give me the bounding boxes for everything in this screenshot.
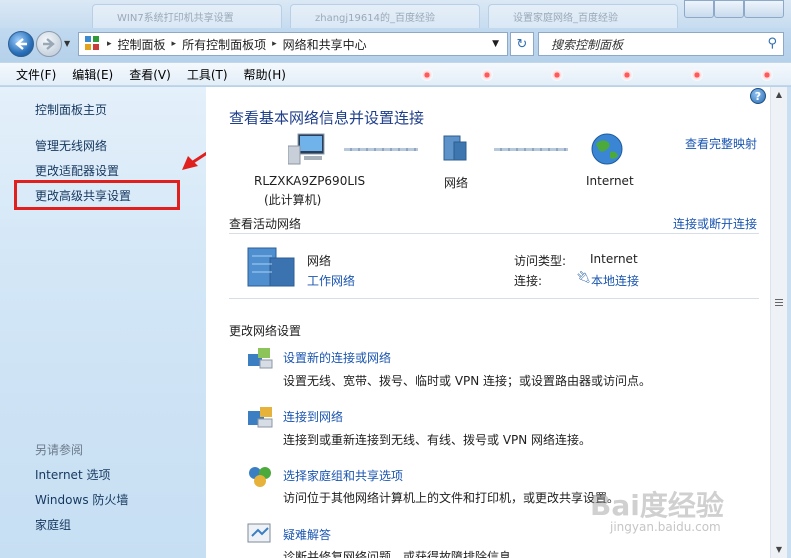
change-settings-heading: 更改网络设置 bbox=[229, 324, 302, 338]
section-divider bbox=[229, 298, 759, 299]
refresh-button[interactable]: ↻ bbox=[510, 32, 534, 56]
breadcrumb-separator: ▸ bbox=[107, 39, 112, 49]
homegroup-icon bbox=[249, 467, 271, 487]
address-row: ▼ ▸ 控制面板 ▸ 所有控制面板项 ▸ 网络和共享中心 ▼ ↻ 搜索控制面板 … bbox=[0, 28, 791, 60]
browser-tab-strip: WIN7系统打印机共享设置 zhangj19614的_百度经验 设置家庭网络_百… bbox=[0, 0, 791, 28]
see-also-internet-options[interactable]: Internet 选项 bbox=[35, 466, 110, 483]
task-troubleshoot-link[interactable]: 疑难解答 bbox=[283, 526, 331, 543]
link-line-network-internet bbox=[494, 148, 568, 151]
network-icon bbox=[443, 135, 467, 161]
local-connection-link[interactable]: 本地连接 bbox=[591, 272, 639, 289]
sidebar-control-panel-home[interactable]: 控制面板主页 bbox=[35, 101, 107, 118]
control-panel-icon bbox=[85, 36, 101, 52]
refresh-icon: ↻ bbox=[516, 36, 528, 52]
forward-arrow-icon bbox=[43, 38, 55, 50]
new-connection-icon bbox=[248, 348, 273, 369]
help-icon[interactable]: ? bbox=[750, 88, 766, 104]
task-troubleshoot-desc: 诊断并修复网络问题，或获得故障排除信息。 bbox=[283, 550, 524, 558]
access-type-label: 访问类型: bbox=[514, 254, 567, 268]
active-network-name: 网络 bbox=[307, 254, 332, 268]
menu-view[interactable]: 查看(V) bbox=[121, 66, 179, 83]
tab-2-label: zhangj19614的_百度经验 bbox=[315, 13, 435, 24]
background-tab-3[interactable]: 设置家庭网络_百度经验 bbox=[488, 4, 678, 28]
menu-tools[interactable]: 工具(T) bbox=[179, 66, 236, 83]
computer-name: RLZXKA9ZP690LIS bbox=[254, 174, 366, 188]
vertical-scrollbar[interactable]: ▲ ▼ bbox=[770, 87, 787, 558]
address-history-dropdown[interactable]: ▼ bbox=[492, 39, 499, 49]
task-connect-network-link[interactable]: 连接到网络 bbox=[283, 408, 343, 425]
breadcrumb-all-items[interactable]: 所有控制面板项 bbox=[182, 36, 266, 53]
section-divider bbox=[229, 233, 759, 234]
sidebar-manage-wireless[interactable]: 管理无线网络 bbox=[35, 137, 107, 154]
window-frame-edge bbox=[787, 87, 791, 558]
search-icon[interactable]: ⚲ bbox=[767, 36, 777, 51]
network-type-link[interactable]: 工作网络 bbox=[307, 272, 355, 289]
menu-bar: 文件(F) 编辑(E) 查看(V) 工具(T) 帮助(H) bbox=[0, 62, 791, 86]
watermark-url: jingyan.baidu.com bbox=[610, 520, 721, 534]
internet-node-label: Internet bbox=[586, 174, 634, 188]
menu-help[interactable]: 帮助(H) bbox=[236, 66, 294, 83]
connect-network-icon bbox=[248, 407, 273, 428]
see-also-heading: 另请参阅 bbox=[35, 443, 84, 457]
tab-3-label: 设置家庭网络_百度经验 bbox=[513, 13, 618, 24]
close-window-button[interactable] bbox=[744, 0, 784, 18]
theme-decoration bbox=[411, 63, 791, 87]
local-connection-icon: 🔌︎ bbox=[576, 270, 592, 284]
watermark-logo: Bai度经验 bbox=[590, 489, 724, 522]
connect-disconnect-link[interactable]: 连接或断开连接 bbox=[673, 215, 757, 232]
scroll-down-icon[interactable]: ▼ bbox=[771, 542, 787, 558]
connection-label: 连接: bbox=[514, 274, 543, 288]
computer-icon bbox=[288, 133, 325, 165]
breadcrumb-separator: ▸ bbox=[272, 39, 277, 49]
task-new-connection-link[interactable]: 设置新的连接或网络 bbox=[283, 349, 391, 366]
back-arrow-icon bbox=[15, 38, 27, 50]
access-type-value: Internet bbox=[590, 252, 638, 266]
search-input[interactable]: 搜索控制面板 ⚲ bbox=[538, 32, 784, 56]
scroll-up-icon[interactable]: ▲ bbox=[771, 87, 787, 103]
breadcrumb-separator: ▸ bbox=[171, 39, 177, 49]
task-homegroup-desc: 访问位于其他网络计算机上的文件和打印机，或更改共享设置。 bbox=[283, 491, 620, 505]
see-also-windows-firewall[interactable]: Windows 防火墙 bbox=[35, 491, 128, 508]
task-connect-network-desc: 连接到或重新连接到无线、有线、拨号或 VPN 网络连接。 bbox=[283, 433, 592, 447]
back-button[interactable] bbox=[8, 31, 34, 57]
address-bar[interactable]: ▸ 控制面板 ▸ 所有控制面板项 ▸ 网络和共享中心 ▼ bbox=[78, 32, 508, 56]
recent-pages-dropdown[interactable]: ▼ bbox=[64, 39, 70, 48]
sidebar-change-adapter[interactable]: 更改适配器设置 bbox=[35, 162, 119, 179]
menu-edit[interactable]: 编辑(E) bbox=[64, 66, 121, 83]
minimize-button[interactable] bbox=[684, 0, 714, 18]
search-placeholder: 搜索控制面板 bbox=[551, 37, 624, 52]
computer-subtitle: (此计算机) bbox=[264, 193, 322, 207]
task-homegroup-link[interactable]: 选择家庭组和共享选项 bbox=[283, 467, 403, 484]
tab-1-label: WIN7系统打印机共享设置 bbox=[117, 13, 234, 24]
breadcrumb-network-center[interactable]: 网络和共享中心 bbox=[283, 36, 367, 53]
active-networks-heading: 查看活动网络 bbox=[229, 217, 302, 231]
page-title: 查看基本网络信息并设置连接 bbox=[229, 109, 425, 127]
forward-button[interactable] bbox=[36, 31, 62, 57]
background-tab-2[interactable]: zhangj19614的_百度经验 bbox=[290, 4, 480, 28]
task-new-connection-desc: 设置无线、宽带、拨号、临时或 VPN 连接；或设置路由器或访问点。 bbox=[283, 374, 652, 388]
maximize-button[interactable] bbox=[714, 0, 744, 18]
view-full-map-link[interactable]: 查看完整映射 bbox=[685, 135, 757, 152]
internet-globe-icon bbox=[591, 133, 623, 165]
menu-file[interactable]: 文件(F) bbox=[8, 66, 64, 83]
network-node-label: 网络 bbox=[444, 176, 469, 190]
scroll-thumb[interactable] bbox=[775, 299, 783, 307]
highlight-box bbox=[14, 180, 180, 210]
network-building-icon bbox=[247, 247, 295, 287]
see-also-homegroup[interactable]: 家庭组 bbox=[35, 516, 71, 533]
link-line-computer-network bbox=[344, 148, 418, 151]
breadcrumb-control-panel[interactable]: 控制面板 bbox=[118, 36, 166, 53]
troubleshoot-icon bbox=[247, 523, 271, 543]
left-task-pane bbox=[0, 87, 206, 558]
background-tab-1[interactable]: WIN7系统打印机共享设置 bbox=[92, 4, 282, 28]
